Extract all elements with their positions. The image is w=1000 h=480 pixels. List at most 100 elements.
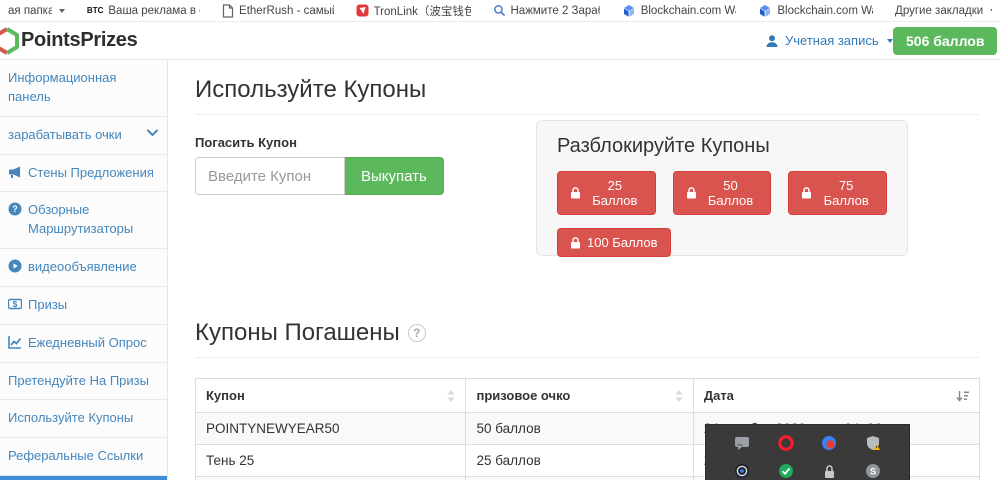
sidebar-item-prizes[interactable]: $ Призы (0, 287, 167, 325)
sidebar-item-label: Призы (28, 296, 159, 315)
sidebar-item-offer-walls[interactable]: Стены Предложения (0, 155, 167, 193)
bookmark-item[interactable]: BTC Ваша реклама в с (87, 5, 200, 17)
sidebar-item-label: видеообъявление (28, 258, 159, 277)
page-title: Используйте Купоны (195, 76, 980, 115)
magnifier-icon (493, 4, 506, 17)
question-circle-icon: ? (8, 202, 22, 216)
sidebar-item-video-ads[interactable]: видеообъявление (0, 249, 167, 287)
main-content: Используйте Купоны Погасить Купон Выкупа… (168, 60, 1000, 480)
coupon-cell: POINTYNEWYEAR50 (196, 413, 466, 445)
bookmark-item[interactable]: TronLink（波宝钱包 (356, 3, 471, 19)
caret-down-icon (990, 9, 992, 13)
sidebar-item-use-coupons[interactable]: Используйте Купоны (0, 400, 167, 438)
unlock-100-points-button[interactable]: 100 Баллов (557, 228, 671, 257)
bookmark-item[interactable]: Нажмите 2 Зараб (493, 4, 600, 17)
unlock-coupons-panel: Разблокируйте Купоны 25 Баллов 50 Баллов… (536, 120, 908, 256)
sidebar: Информационная панель зарабатывать очки … (0, 60, 168, 480)
sidebar-item-label: зарабатывать очки (8, 126, 141, 145)
column-header-coupon[interactable]: Купон (196, 379, 466, 413)
logo-text: PointsPrizes (21, 29, 137, 52)
logo[interactable]: PointsPrizes (0, 27, 137, 55)
unlock-coupons-title: Разблокируйте Купоны (557, 135, 887, 158)
sidebar-item-label: Обзорные Маршрутизаторы (28, 201, 159, 239)
sort-icon (447, 390, 455, 402)
bookmark-label: EtherRush - самый (239, 5, 334, 17)
blank-page-icon (222, 4, 234, 18)
megaphone-icon (8, 165, 22, 179)
chevron-down-icon (147, 129, 159, 137)
bookmark-item[interactable]: Blockchain.com Wa (622, 4, 737, 18)
column-header-date[interactable]: Дата (693, 379, 979, 413)
green-check-icon[interactable] (777, 463, 794, 480)
unlock-button-label: 25 Баллов (587, 178, 643, 208)
unlock-button-label: 50 Баллов (703, 178, 759, 208)
user-icon (765, 34, 779, 48)
sidebar-item-survey-routers[interactable]: ? Обзорные Маршрутизаторы (0, 192, 167, 249)
sidebar-item-label: Ежедневный Опрос (28, 334, 159, 353)
points-cell: 50 баллов (466, 413, 693, 445)
help-icon[interactable]: ? (408, 324, 426, 342)
opera-icon[interactable] (777, 435, 794, 452)
sidebar-item-referral-links[interactable]: Реферальные Ссылки (0, 438, 167, 476)
account-menu[interactable]: Учетная запись (765, 33, 893, 48)
caret-down-icon (59, 9, 65, 13)
lock-icon (801, 187, 812, 199)
sidebar-item-daily-poll[interactable]: Ежедневный Опрос (0, 325, 167, 363)
account-label: Учетная запись (785, 33, 879, 48)
shield-warning-icon[interactable] (865, 435, 882, 452)
sidebar-item-label: Стены Предложения (28, 164, 159, 183)
bookmark-label: ая папка (8, 5, 52, 17)
sidebar-item-claim-prizes[interactable]: Претендуйте На Призы (0, 363, 167, 401)
unlock-25-points-button[interactable]: 25 Баллов (557, 171, 656, 215)
bookmark-item[interactable]: EtherRush - самый (222, 4, 334, 18)
bookmark-item[interactable]: Blockchain.com Wa (758, 4, 873, 18)
other-bookmarks[interactable]: Другие закладки (895, 5, 992, 17)
bookmark-folder[interactable]: ая папка (8, 5, 65, 17)
sort-icon (675, 390, 683, 402)
points-cell: 25 баллов (466, 445, 693, 477)
caret-down-icon (887, 39, 893, 43)
sidebar-item-dashboard[interactable]: Информационная панель (0, 60, 167, 117)
blockchain-cube-icon (758, 4, 772, 18)
media-player-icon[interactable] (733, 463, 750, 480)
bookmark-label: Нажмите 2 Зараб (511, 5, 600, 17)
points-badge[interactable]: 506 баллов (893, 27, 997, 55)
sidebar-item-label: Претендуйте На Призы (8, 372, 159, 391)
page: ая папка BTC Ваша реклама в с EtherRush … (0, 0, 1000, 480)
svg-text:$: $ (13, 299, 18, 309)
sidebar-item-earn-points[interactable]: зарабатывать очки (0, 117, 167, 155)
unlock-75-points-button[interactable]: 75 Баллов (788, 171, 887, 215)
svg-text:?: ? (12, 204, 18, 214)
coupon-input[interactable] (195, 157, 345, 195)
site-header: PointsPrizes Учетная запись 506 баллов (0, 22, 1000, 60)
sidebar-item-label: Информационная панель (8, 69, 159, 107)
money-icon: $ (8, 297, 22, 311)
bookmark-label: Blockchain.com Wa (641, 5, 737, 17)
lock-icon (686, 187, 697, 199)
bookmark-label: Blockchain.com Wa (777, 5, 873, 17)
unlock-button-label: 100 Баллов (587, 235, 658, 250)
padlock-icon[interactable] (821, 463, 838, 480)
other-bookmarks-label: Другие закладки (895, 5, 983, 17)
bookmark-label: TronLink（波宝钱包 (374, 3, 471, 19)
btc-logo-icon: BTC (87, 6, 103, 15)
redeem-button[interactable]: Выкупать (345, 157, 444, 195)
bookmarks-bar: ая папка BTC Ваша реклама в с EtherRush … (0, 0, 1000, 22)
sidebar-item-label: Используйте Купоны (8, 409, 159, 428)
coupon-cell: Бесстрашный 50 (196, 477, 466, 480)
svg-text:S: S (870, 467, 876, 478)
sidebar-item-label: Реферальные Ссылки (8, 447, 159, 466)
notification-offer-bonus-1[interactable]: fo*****@gmail.com Offer Bonus Points (0, 476, 167, 480)
line-chart-icon (8, 335, 22, 349)
unlock-50-points-button[interactable]: 50 Баллов (673, 171, 772, 215)
lock-icon (570, 237, 581, 249)
chat-window-icon[interactable] (733, 435, 750, 452)
system-tray-popup: S (705, 424, 910, 480)
sort-desc-icon (956, 390, 969, 402)
blue-red-app-icon[interactable] (821, 435, 838, 452)
column-header-points[interactable]: призовое очко (466, 379, 693, 413)
blockchain-cube-icon (622, 4, 636, 18)
s-badge-icon[interactable]: S (865, 463, 882, 480)
redeemed-coupons-title: Купоны Погашены (195, 319, 400, 347)
points-cell: 50 баллов (466, 477, 693, 480)
